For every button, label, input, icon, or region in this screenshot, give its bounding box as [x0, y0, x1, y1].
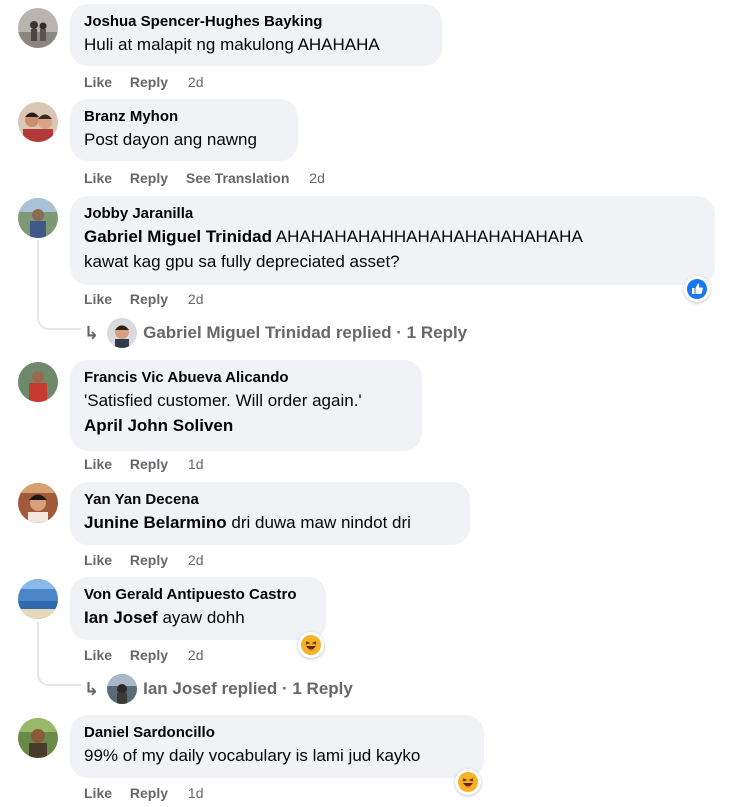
- comment-actions: Like Reply 2d: [84, 73, 218, 91]
- comment-author[interactable]: Joshua Spencer-Hughes Bayking: [84, 12, 428, 32]
- reaction-badge[interactable]: [455, 769, 481, 795]
- comment-text-line: Ian Josef ayaw dohh: [84, 605, 312, 630]
- comment-bubble: Von Gerald Antipuesto Castro Ian Josef a…: [70, 577, 326, 640]
- reply-author: Gabriel Miguel Trinidad: [143, 323, 332, 342]
- comment-author[interactable]: Yan Yan Decena: [84, 490, 456, 510]
- comment-actions: Like Reply 1d: [84, 455, 218, 473]
- comment-author[interactable]: Daniel Sardoncillo: [84, 723, 470, 743]
- reply-button[interactable]: Reply: [130, 291, 168, 307]
- comment-author[interactable]: Von Gerald Antipuesto Castro: [84, 585, 312, 605]
- like-button[interactable]: Like: [84, 74, 112, 90]
- timestamp[interactable]: 2d: [188, 552, 204, 568]
- reply-button[interactable]: Reply: [130, 170, 168, 186]
- comment-text: ayaw dohh: [162, 608, 245, 627]
- see-translation-button[interactable]: See Translation: [186, 170, 289, 186]
- like-button[interactable]: Like: [84, 291, 112, 307]
- like-button[interactable]: Like: [84, 552, 112, 568]
- reply-button[interactable]: Reply: [130, 647, 168, 663]
- comment-actions: Like Reply See Translation 2d: [84, 169, 339, 187]
- avatar[interactable]: [18, 718, 58, 758]
- haha-reaction-icon: [301, 635, 321, 655]
- comment-author[interactable]: Branz Myhon: [84, 107, 284, 127]
- like-button[interactable]: Like: [84, 785, 112, 801]
- comment-text: Post dayon ang nawng: [84, 130, 257, 149]
- thread-connector: [37, 314, 81, 330]
- avatar[interactable]: [18, 362, 58, 402]
- timestamp[interactable]: 2d: [188, 647, 204, 663]
- comment-bubble: Francis Vic Abueva Alicando 'Satisfied c…: [70, 360, 422, 451]
- comment-text: 'Satisfied customer. Will order again.': [84, 391, 362, 410]
- thread-connector: [37, 670, 81, 686]
- mention-link[interactable]: April John Soliven: [84, 413, 408, 438]
- comment-bubble: Branz Myhon Post dayon ang nawng: [70, 99, 298, 161]
- comment-bubble: Yan Yan Decena Junine Belarmino dri duwa…: [70, 482, 470, 545]
- avatar[interactable]: [18, 102, 58, 142]
- comment-text: AHAHAHAHAHHAHAHAHAHAHAHAHA: [275, 227, 583, 246]
- timestamp[interactable]: 1d: [188, 456, 204, 472]
- timestamp[interactable]: 2d: [188, 74, 204, 90]
- like-reaction-icon: [687, 279, 707, 299]
- comment-actions: Like Reply 1d: [84, 784, 218, 802]
- comment-actions: Like Reply 2d: [84, 646, 218, 664]
- comment-actions: Like Reply 2d: [84, 551, 218, 569]
- timestamp[interactable]: 1d: [188, 785, 204, 801]
- comment-author[interactable]: Jobby Jaranilla: [84, 204, 701, 224]
- comment-text: kawat kag gpu sa fully depreciated asset…: [84, 252, 400, 271]
- comment-bubble: Joshua Spencer-Hughes Bayking Huli at ma…: [70, 4, 442, 66]
- reply-button[interactable]: Reply: [130, 456, 168, 472]
- reply-button[interactable]: Reply: [130, 785, 168, 801]
- avatar[interactable]: [18, 198, 58, 238]
- like-button[interactable]: Like: [84, 170, 112, 186]
- haha-reaction-icon: [458, 772, 478, 792]
- avatar: [107, 674, 138, 704]
- avatar[interactable]: [18, 483, 58, 523]
- comment-text-line: Gabriel Miguel Trinidad AHAHAHAHAHHAHAHA…: [84, 224, 701, 249]
- thread-line: [37, 622, 39, 670]
- reaction-badge[interactable]: [684, 276, 710, 302]
- view-replies-link[interactable]: ↳ Gabriel Miguel Trinidad replied · 1 Re…: [84, 318, 467, 348]
- reply-arrow-icon: ↳: [84, 322, 100, 343]
- thread-line: [37, 240, 39, 314]
- reply-summary: replied · 1 Reply: [221, 679, 353, 698]
- comment-text: 99% of my daily vocabulary is lami jud k…: [84, 746, 421, 765]
- avatar: [107, 318, 138, 348]
- comment-text: dri duwa maw nindot dri: [231, 513, 411, 532]
- comment-bubble: Jobby Jaranilla Gabriel Miguel Trinidad …: [70, 196, 715, 285]
- comment-bubble: Daniel Sardoncillo 99% of my daily vocab…: [70, 715, 484, 778]
- avatar[interactable]: [18, 8, 58, 48]
- reply-arrow-icon: ↳: [84, 678, 100, 699]
- mention-link[interactable]: Ian Josef: [84, 608, 158, 627]
- reply-author: Ian Josef: [143, 679, 217, 698]
- comment-author[interactable]: Francis Vic Abueva Alicando: [84, 368, 408, 388]
- reply-button[interactable]: Reply: [130, 552, 168, 568]
- comment-text-line: Junine Belarmino dri duwa maw nindot dri: [84, 510, 456, 535]
- reply-button[interactable]: Reply: [130, 74, 168, 90]
- reaction-badge[interactable]: [298, 632, 324, 658]
- mention-link[interactable]: Gabriel Miguel Trinidad: [84, 227, 272, 246]
- like-button[interactable]: Like: [84, 456, 112, 472]
- comment-text: Huli at malapit ng makulong AHAHAHA: [84, 35, 380, 54]
- timestamp[interactable]: 2d: [309, 170, 325, 186]
- timestamp[interactable]: 2d: [188, 291, 204, 307]
- reply-summary: replied · 1 Reply: [335, 323, 468, 342]
- like-button[interactable]: Like: [84, 647, 112, 663]
- view-replies-link[interactable]: ↳ Ian Josef replied · 1 Reply: [84, 674, 353, 704]
- mention-link[interactable]: Junine Belarmino: [84, 513, 227, 532]
- avatar[interactable]: [18, 579, 58, 619]
- comment-actions: Like Reply 2d: [84, 290, 218, 308]
